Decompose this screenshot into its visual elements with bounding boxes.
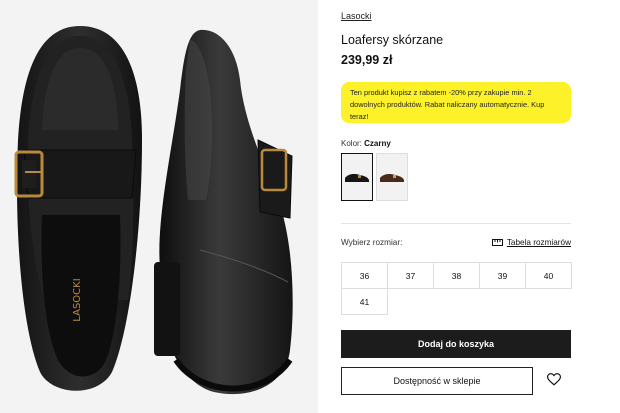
product-info-panel: Lasocki Loafersy skórzane 239,99 zł Ten … xyxy=(341,0,573,413)
size-option-40[interactable]: 40 xyxy=(525,262,572,289)
add-to-cart-button[interactable]: Dodaj do koszyka xyxy=(341,330,571,358)
promo-banner: Ten produkt kupisz z rabatem -20% przy z… xyxy=(341,82,571,123)
size-select-label: Wybierz rozmiar: xyxy=(341,238,403,247)
color-swatch-brown[interactable] xyxy=(376,153,408,201)
size-grid: 36 37 38 39 40 41 xyxy=(341,262,572,315)
ruler-icon xyxy=(491,239,503,246)
size-option-37[interactable]: 37 xyxy=(387,262,434,289)
color-swatch-black[interactable] xyxy=(341,153,373,201)
brand-link[interactable]: Lasocki xyxy=(341,11,372,21)
color-value: Czarny xyxy=(364,139,391,148)
size-table-label[interactable]: Tabela rozmiarów xyxy=(507,238,571,247)
product-price: 239,99 zł xyxy=(341,53,393,67)
heart-icon[interactable] xyxy=(547,373,561,386)
color-label-row: Kolor: Czarny xyxy=(341,139,391,148)
store-availability-button[interactable]: Dostępność w sklepie xyxy=(341,367,533,395)
size-option-38[interactable]: 38 xyxy=(433,262,480,289)
size-option-41[interactable]: 41 xyxy=(341,288,388,315)
product-photo-loafers: LASOCKI xyxy=(14,26,293,395)
size-option-36[interactable]: 36 xyxy=(341,262,388,289)
black-loafer-thumb-icon xyxy=(345,174,369,182)
product-title: Loafersy skórzane xyxy=(341,33,444,47)
size-option-39[interactable]: 39 xyxy=(479,262,526,289)
size-table-link[interactable]: Tabela rozmiarów xyxy=(491,238,571,247)
right-shoe-side-view xyxy=(154,29,293,395)
brown-loafer-thumb-icon xyxy=(380,174,404,182)
promo-text: Ten produkt kupisz z rabatem -20% przy z… xyxy=(350,88,545,121)
color-label: Kolor: xyxy=(341,139,362,148)
shoe-insole-logo: LASOCKI xyxy=(72,278,83,321)
product-image-gallery[interactable]: LASOCKI xyxy=(0,0,318,413)
left-shoe-top-view: LASOCKI xyxy=(14,26,143,391)
section-divider xyxy=(341,223,571,224)
